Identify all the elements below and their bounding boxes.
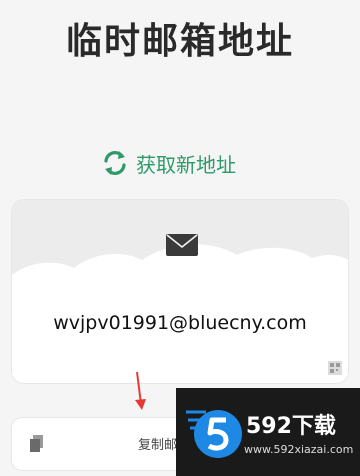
red-arrow-annotation	[135, 371, 146, 410]
cloud-background	[12, 200, 348, 383]
email-card: wvjpv01991@bluecny.com	[12, 200, 348, 383]
site-watermark: 592下载 www.592xiazai.com	[176, 388, 360, 476]
copy-icon	[30, 435, 43, 452]
copy-email-label: 复制邮	[138, 438, 178, 453]
qr-code-icon[interactable]	[328, 361, 342, 375]
get-new-address-label: 获取新地址	[136, 152, 236, 177]
page-title: 临时邮箱地址	[65, 21, 294, 62]
refresh-icon	[100, 148, 130, 178]
watermark-logo-icon	[186, 410, 242, 458]
get-new-address-button[interactable]: 获取新地址	[100, 146, 236, 180]
email-address[interactable]: wvjpv01991@bluecny.com	[12, 312, 348, 334]
watermark-url: www.592xiazai.com	[244, 443, 354, 456]
watermark-brand: 592下载	[246, 414, 336, 439]
mail-icon	[166, 234, 198, 256]
